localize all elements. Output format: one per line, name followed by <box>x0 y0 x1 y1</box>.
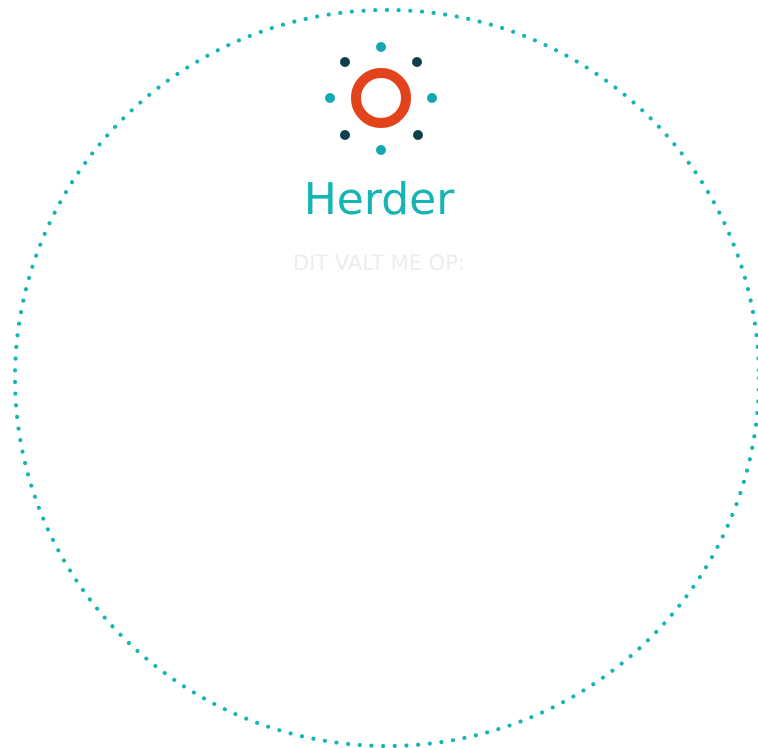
herder-card: Herder DIT VALT ME OP: <box>0 0 758 748</box>
card-title: Herder <box>303 174 455 225</box>
card-subtitle: DIT VALT ME OP: <box>293 251 465 275</box>
sun-ring-icon <box>325 42 437 155</box>
